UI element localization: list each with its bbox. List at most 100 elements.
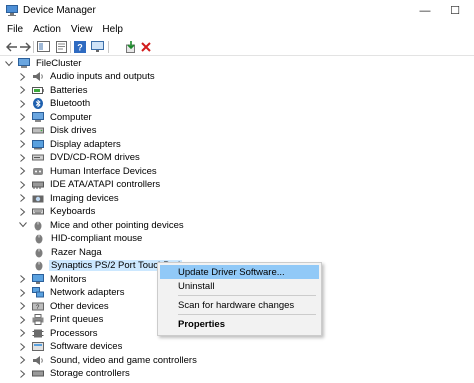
chevron-right-icon[interactable] — [18, 355, 28, 365]
forward-arrow-icon[interactable] — [18, 40, 32, 53]
tree-item-label: Network adapters — [50, 287, 125, 299]
tree-item-label: Disk drives — [50, 125, 97, 137]
mouse-icon — [35, 234, 43, 244]
show-hide-icon[interactable] — [36, 40, 50, 53]
battery-icon — [32, 86, 44, 94]
camera-icon — [32, 195, 44, 203]
chevron-right-icon[interactable] — [18, 369, 28, 379]
tree-item-ide[interactable]: IDE ATA/ATAPI controllers — [18, 178, 162, 191]
menu-action[interactable]: Action — [28, 24, 66, 35]
tree-item-label: Display adapters — [50, 138, 121, 150]
chevron-right-icon[interactable] — [18, 193, 28, 203]
tree-item-label: Human Interface Devices — [50, 165, 157, 177]
tree-item-hid[interactable]: Human Interface Devices — [18, 165, 159, 178]
chevron-right-icon[interactable] — [18, 274, 28, 284]
update-driver-menu-item[interactable]: Update Driver Software... — [160, 265, 319, 279]
menu-file[interactable]: File — [2, 24, 28, 35]
help-icon[interactable]: ? — [73, 40, 87, 53]
chevron-right-icon[interactable] — [18, 207, 28, 217]
chevron-right-icon[interactable] — [18, 126, 28, 136]
tree-item-label: Storage controllers — [50, 368, 130, 380]
tree-item-processors[interactable]: Processors — [18, 327, 100, 340]
chevron-down-icon[interactable] — [4, 59, 14, 69]
speaker-icon — [33, 72, 43, 82]
tree-item-monitors[interactable]: Monitors — [18, 273, 88, 286]
tree-item-print[interactable]: Print queues — [18, 313, 105, 326]
tree-item-label: Audio inputs and outputs — [50, 71, 155, 83]
mouse-icon — [35, 261, 43, 271]
menu-help[interactable]: Help — [97, 24, 128, 35]
chevron-down-icon[interactable] — [18, 220, 28, 230]
chevron-right-icon[interactable] — [18, 99, 28, 109]
tree-root-filecluster[interactable]: FileCluster — [4, 57, 83, 70]
chevron-right-icon[interactable] — [18, 288, 28, 298]
tree-item-batteries[interactable]: Batteries — [18, 84, 90, 97]
computer-icon — [32, 111, 44, 122]
tree-item-display-adapters[interactable]: Display adapters — [18, 138, 123, 151]
tree-item-label: Sound, video and game controllers — [50, 354, 197, 366]
chevron-right-icon[interactable] — [18, 166, 28, 176]
chevron-right-icon[interactable] — [18, 85, 28, 95]
properties-menu-item[interactable]: Properties — [160, 317, 319, 331]
minimize-button[interactable]: — — [410, 0, 440, 21]
tree-item-audio[interactable]: Audio inputs and outputs — [18, 70, 157, 83]
ide-controller-icon — [32, 181, 44, 190]
tree-child-hid-mouse[interactable]: HID-compliant mouse — [33, 232, 144, 245]
mouse-icon — [34, 221, 42, 231]
toolbar-divider — [33, 41, 34, 53]
tree-item-disk-drives[interactable]: Disk drives — [18, 124, 98, 137]
tree-item-label: HID-compliant mouse — [51, 233, 143, 245]
chevron-right-icon[interactable] — [18, 315, 28, 325]
tree-item-label: Batteries — [50, 84, 88, 96]
tree-item-network[interactable]: Network adapters — [18, 286, 126, 299]
update-driver-icon[interactable] — [124, 40, 138, 53]
chevron-right-icon[interactable] — [18, 153, 28, 163]
chevron-right-icon[interactable] — [18, 328, 28, 338]
toolbar-divider — [108, 41, 109, 53]
computer-icon — [18, 58, 30, 69]
chevron-right-icon[interactable] — [18, 301, 28, 311]
sound-controller-icon — [33, 355, 43, 365]
chevron-right-icon[interactable] — [18, 342, 28, 352]
dvd-icon — [32, 154, 44, 161]
tree-item-keyboards[interactable]: Keyboards — [18, 205, 97, 218]
keyboard-icon — [32, 208, 44, 215]
tree-child-razer-naga[interactable]: Razer Naga — [33, 246, 104, 259]
svg-text:?: ? — [77, 42, 83, 52]
chevron-right-icon[interactable] — [18, 139, 28, 149]
tree-item-mice[interactable]: Mice and other pointing devices — [18, 219, 186, 232]
tree-item-computer[interactable]: Computer — [18, 111, 94, 124]
uninstall-icon[interactable] — [139, 40, 153, 53]
scan-hardware-menu-item[interactable]: Scan for hardware changes — [160, 298, 319, 312]
device-manager-icon — [6, 5, 18, 16]
maximize-button[interactable]: ☐ — [440, 0, 470, 21]
uninstall-menu-item[interactable]: Uninstall — [160, 279, 319, 293]
tree-item-software[interactable]: Software devices — [18, 340, 124, 353]
tree-item-label: Keyboards — [50, 206, 96, 218]
chevron-right-icon[interactable] — [18, 112, 28, 122]
other-devices-icon: ? — [32, 302, 44, 311]
tree-item-other[interactable]: ? Other devices — [18, 300, 111, 313]
properties-icon[interactable] — [54, 40, 68, 53]
toolbar-divider — [70, 41, 71, 53]
context-menu: Update Driver Software... Uninstall Scan… — [157, 262, 322, 336]
back-arrow-icon[interactable] — [5, 40, 19, 53]
tree-item-label: Bluetooth — [50, 98, 91, 110]
chevron-right-icon[interactable] — [18, 72, 28, 82]
tree-item-label: Monitors — [50, 273, 87, 285]
tree-item-bluetooth[interactable]: Bluetooth — [18, 97, 92, 110]
tree-item-label: Print queues — [50, 314, 104, 326]
tree-item-sound[interactable]: Sound, video and game controllers — [18, 354, 199, 367]
menu-view[interactable]: View — [66, 24, 98, 35]
menu-divider — [178, 314, 316, 315]
monitor-icon[interactable] — [90, 40, 104, 53]
chevron-right-icon[interactable] — [18, 180, 28, 190]
hid-icon — [33, 167, 43, 175]
window-title: Device Manager — [23, 5, 96, 16]
tree-item-label: IDE ATA/ATAPI controllers — [50, 179, 161, 191]
printer-icon — [32, 314, 44, 326]
processor-icon — [32, 329, 44, 338]
tree-item-imaging[interactable]: Imaging devices — [18, 192, 121, 205]
tree-item-dvd[interactable]: DVD/CD-ROM drives — [18, 151, 142, 164]
tree-item-storage[interactable]: Storage controllers — [18, 367, 132, 380]
